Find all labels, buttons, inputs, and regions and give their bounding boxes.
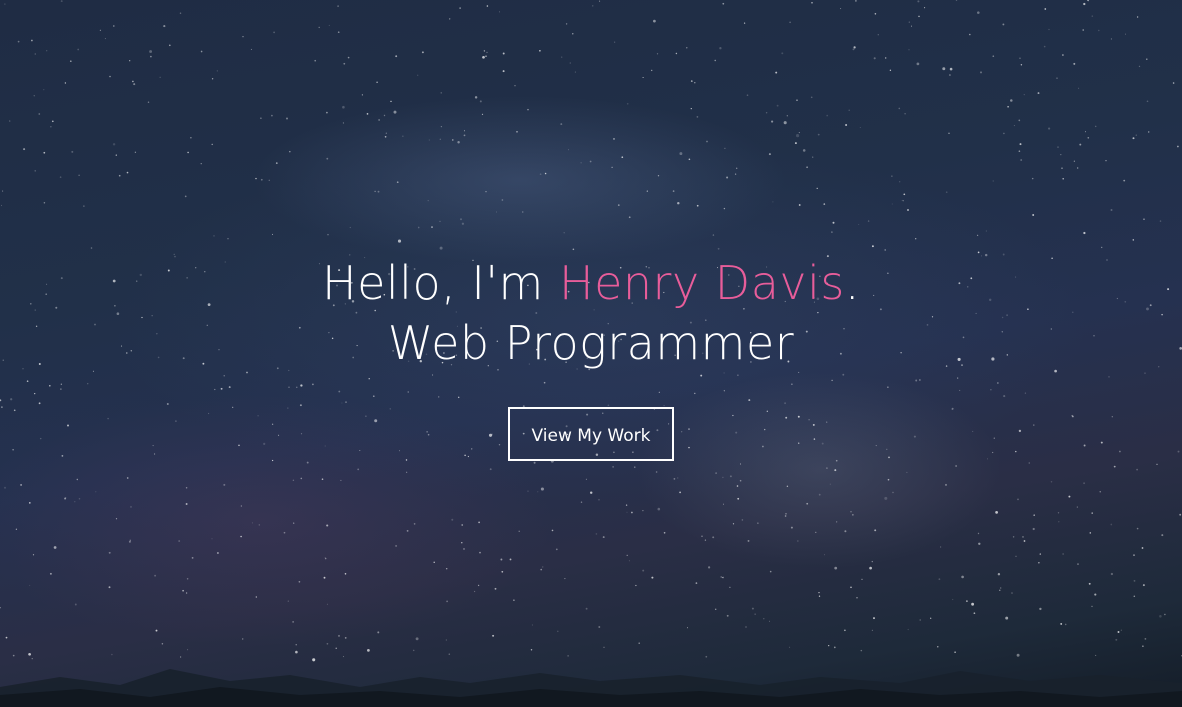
- hero-section: Hello, I'm Henry Davis. Web Programmer V…: [0, 0, 1182, 707]
- hero-role: Web Programmer: [387, 316, 795, 370]
- hero-headline: Hello, I'm Henry Davis. Web Programmer: [0, 253, 1182, 373]
- hero-name: Henry Davis: [558, 256, 845, 310]
- mountain-silhouette: [0, 669, 1182, 707]
- greeting-prefix: Hello, I'm: [322, 256, 559, 310]
- greeting-suffix: .: [844, 256, 860, 310]
- hero-content: Hello, I'm Henry Davis. Web Programmer V…: [0, 253, 1182, 461]
- view-my-work-button[interactable]: View My Work: [507, 407, 675, 461]
